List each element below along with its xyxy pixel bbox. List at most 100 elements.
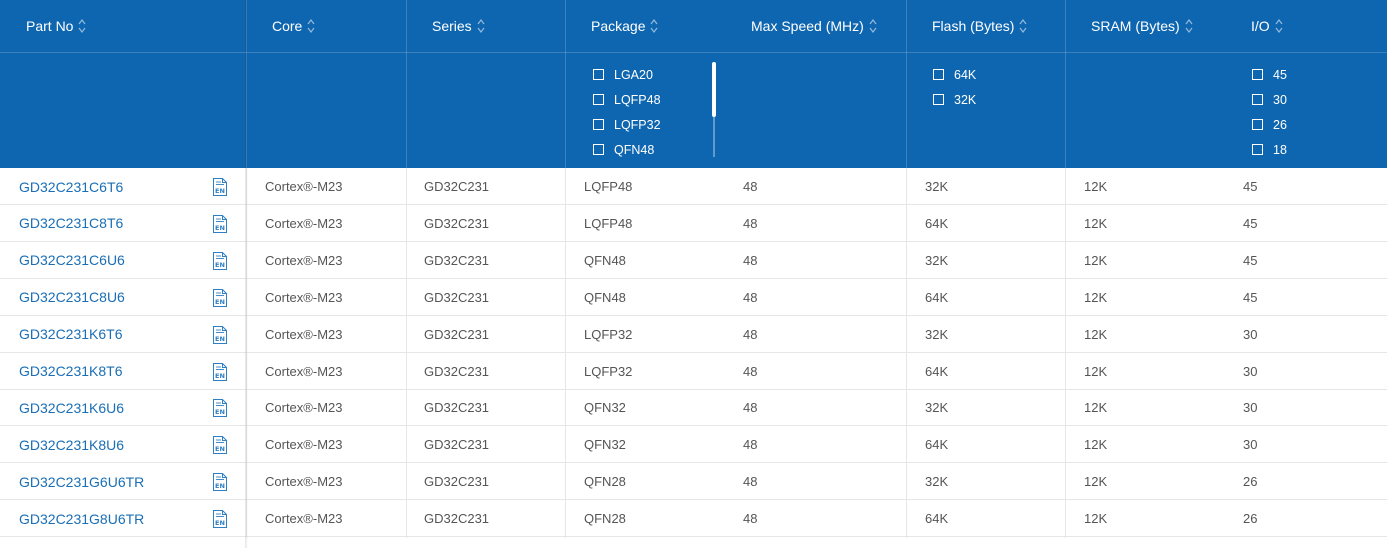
- cell-io: 26: [1243, 511, 1258, 527]
- package-filter-option[interactable]: LQFP48: [593, 87, 661, 112]
- table-row: GD32C231G8U6TR Cortex®-M23 GD32C231 QFN28 48…: [0, 500, 1387, 538]
- cell-flash: 64K: [925, 215, 949, 231]
- cell-speed: 48: [743, 400, 758, 416]
- package-filter-option[interactable]: LQFP32: [593, 112, 661, 137]
- part-number-link[interactable]: GD32C231K6T6: [19, 316, 123, 353]
- io-filter-option[interactable]: 18: [1252, 137, 1287, 162]
- package-filter-scrollbar-thumb[interactable]: [712, 62, 716, 117]
- cell-package: LQFP32: [584, 363, 633, 379]
- frozen-column-shadow: [245, 0, 248, 548]
- column-header-label: SRAM (Bytes): [1091, 18, 1180, 34]
- checkbox[interactable]: [593, 94, 604, 105]
- column-header-series[interactable]: Series: [432, 0, 485, 52]
- part-number-link[interactable]: GD32C231K8T6: [19, 353, 123, 390]
- column-header-label: Package: [591, 18, 646, 34]
- cell-io: 30: [1243, 363, 1258, 379]
- filter-option-label: QFN48: [614, 142, 655, 157]
- en-datasheet-icon[interactable]: EN: [212, 251, 228, 270]
- sort-arrows-icon[interactable]: [869, 18, 877, 34]
- cell-io: 45: [1243, 179, 1258, 194]
- io-filter-option[interactable]: 26: [1252, 112, 1287, 137]
- en-datasheet-icon[interactable]: EN: [212, 178, 228, 196]
- cell-speed: 48: [743, 215, 758, 231]
- en-datasheet-icon[interactable]: EN: [212, 399, 228, 418]
- part-number-link[interactable]: GD32C231G8U6TR: [19, 500, 144, 537]
- io-filter: 45 30 26 18: [1252, 62, 1287, 162]
- sort-arrows-icon[interactable]: [1185, 18, 1193, 34]
- part-number-link[interactable]: GD32C231K8U6: [19, 426, 124, 463]
- en-datasheet-icon[interactable]: EN: [212, 510, 228, 529]
- en-datasheet-icon[interactable]: EN: [212, 288, 228, 307]
- cell-flash: 32K: [925, 179, 949, 194]
- checkbox[interactable]: [593, 144, 604, 155]
- en-datasheet-icon[interactable]: EN: [212, 473, 228, 492]
- column-header-sram[interactable]: SRAM (Bytes): [1091, 0, 1193, 52]
- cell-sram: 12K: [1084, 215, 1108, 231]
- sort-arrows-icon[interactable]: [307, 18, 315, 34]
- filter-option-label: LQFP32: [614, 117, 661, 132]
- column-header-speed[interactable]: Max Speed (MHz): [751, 0, 877, 52]
- column-header-core[interactable]: Core: [272, 0, 315, 52]
- checkbox[interactable]: [1252, 119, 1263, 130]
- cell-package: LQFP48: [584, 179, 633, 194]
- cell-series: GD32C231: [424, 511, 490, 527]
- checkbox[interactable]: [593, 69, 604, 80]
- sort-arrows-icon[interactable]: [650, 18, 658, 34]
- cell-package: QFN32: [584, 437, 626, 453]
- datasheet-icon-label: EN: [215, 335, 225, 343]
- column-header-part[interactable]: Part No: [26, 0, 86, 52]
- sort-arrows-icon[interactable]: [477, 18, 485, 34]
- en-datasheet-icon[interactable]: EN: [212, 214, 228, 233]
- header-column-divider: [1065, 0, 1066, 168]
- column-header-label: Core: [272, 18, 303, 34]
- cell-io: 45: [1243, 215, 1258, 231]
- cell-series: GD32C231: [424, 215, 490, 231]
- sort-arrows-icon[interactable]: [1019, 18, 1027, 34]
- filter-option-label: 64K: [954, 67, 977, 82]
- cell-series: GD32C231: [424, 289, 490, 305]
- table-row: GD32C231K6U6 Cortex®-M23 GD32C231 QFN32 48 32…: [0, 389, 1387, 427]
- cell-core: Cortex®-M23: [265, 363, 343, 379]
- checkbox[interactable]: [1252, 94, 1263, 105]
- datasheet-icon-label: EN: [215, 187, 225, 195]
- table-row: GD32C231C6T6 Cortex®-M23 GD32C231 LQFP48 48 3…: [0, 168, 1387, 205]
- en-datasheet-icon[interactable]: EN: [212, 325, 228, 344]
- cell-series: GD32C231: [424, 179, 490, 194]
- column-header-flash[interactable]: Flash (Bytes): [932, 0, 1027, 52]
- cell-core: Cortex®-M23: [265, 400, 343, 416]
- column-header-package[interactable]: Package: [591, 0, 658, 52]
- checkbox[interactable]: [1252, 144, 1263, 155]
- en-datasheet-icon[interactable]: EN: [212, 436, 228, 455]
- cell-sram: 12K: [1084, 363, 1108, 379]
- en-datasheet-icon[interactable]: EN: [212, 362, 228, 381]
- part-number-link[interactable]: GD32C231C8U6: [19, 279, 125, 316]
- header-column-divider: [906, 0, 907, 168]
- cell-package: QFN48: [584, 289, 626, 305]
- product-table: Part No Core Series Package Max Speed (MHz) F…: [0, 0, 1387, 548]
- part-number-link[interactable]: GD32C231C8T6: [19, 205, 123, 242]
- io-filter-option[interactable]: 45: [1252, 62, 1287, 87]
- flash-filter-option[interactable]: 32K: [933, 87, 976, 112]
- filter-option-label: 18: [1273, 142, 1287, 157]
- part-number-link[interactable]: GD32C231C6U6: [19, 242, 125, 279]
- part-number-link[interactable]: GD32C231K6U6: [19, 389, 124, 426]
- filter-option-label: 30: [1273, 92, 1287, 107]
- part-number-link[interactable]: GD32C231C6T6: [19, 168, 123, 205]
- checkbox[interactable]: [933, 69, 944, 80]
- package-filter-option[interactable]: LGA20: [593, 62, 661, 87]
- package-filter-option[interactable]: QFN48: [593, 137, 661, 162]
- checkbox[interactable]: [1252, 69, 1263, 80]
- cell-sram: 12K: [1084, 474, 1108, 490]
- part-number-link[interactable]: GD32C231G6U6TR: [19, 463, 144, 500]
- checkbox[interactable]: [593, 119, 604, 130]
- checkbox[interactable]: [933, 94, 944, 105]
- flash-filter-option[interactable]: 64K: [933, 62, 976, 87]
- cell-sram: 12K: [1084, 511, 1108, 527]
- column-header-io[interactable]: I/O: [1251, 0, 1283, 52]
- table-row: GD32C231K6T6 Cortex®-M23 GD32C231 LQFP32 48 3…: [0, 316, 1387, 353]
- sort-arrows-icon[interactable]: [78, 18, 86, 34]
- cell-series: GD32C231: [424, 474, 490, 490]
- io-filter-option[interactable]: 30: [1252, 87, 1287, 112]
- table-row: GD32C231K8U6 Cortex®-M23 GD32C231 QFN32 48 64…: [0, 426, 1387, 464]
- sort-arrows-icon[interactable]: [1275, 18, 1283, 34]
